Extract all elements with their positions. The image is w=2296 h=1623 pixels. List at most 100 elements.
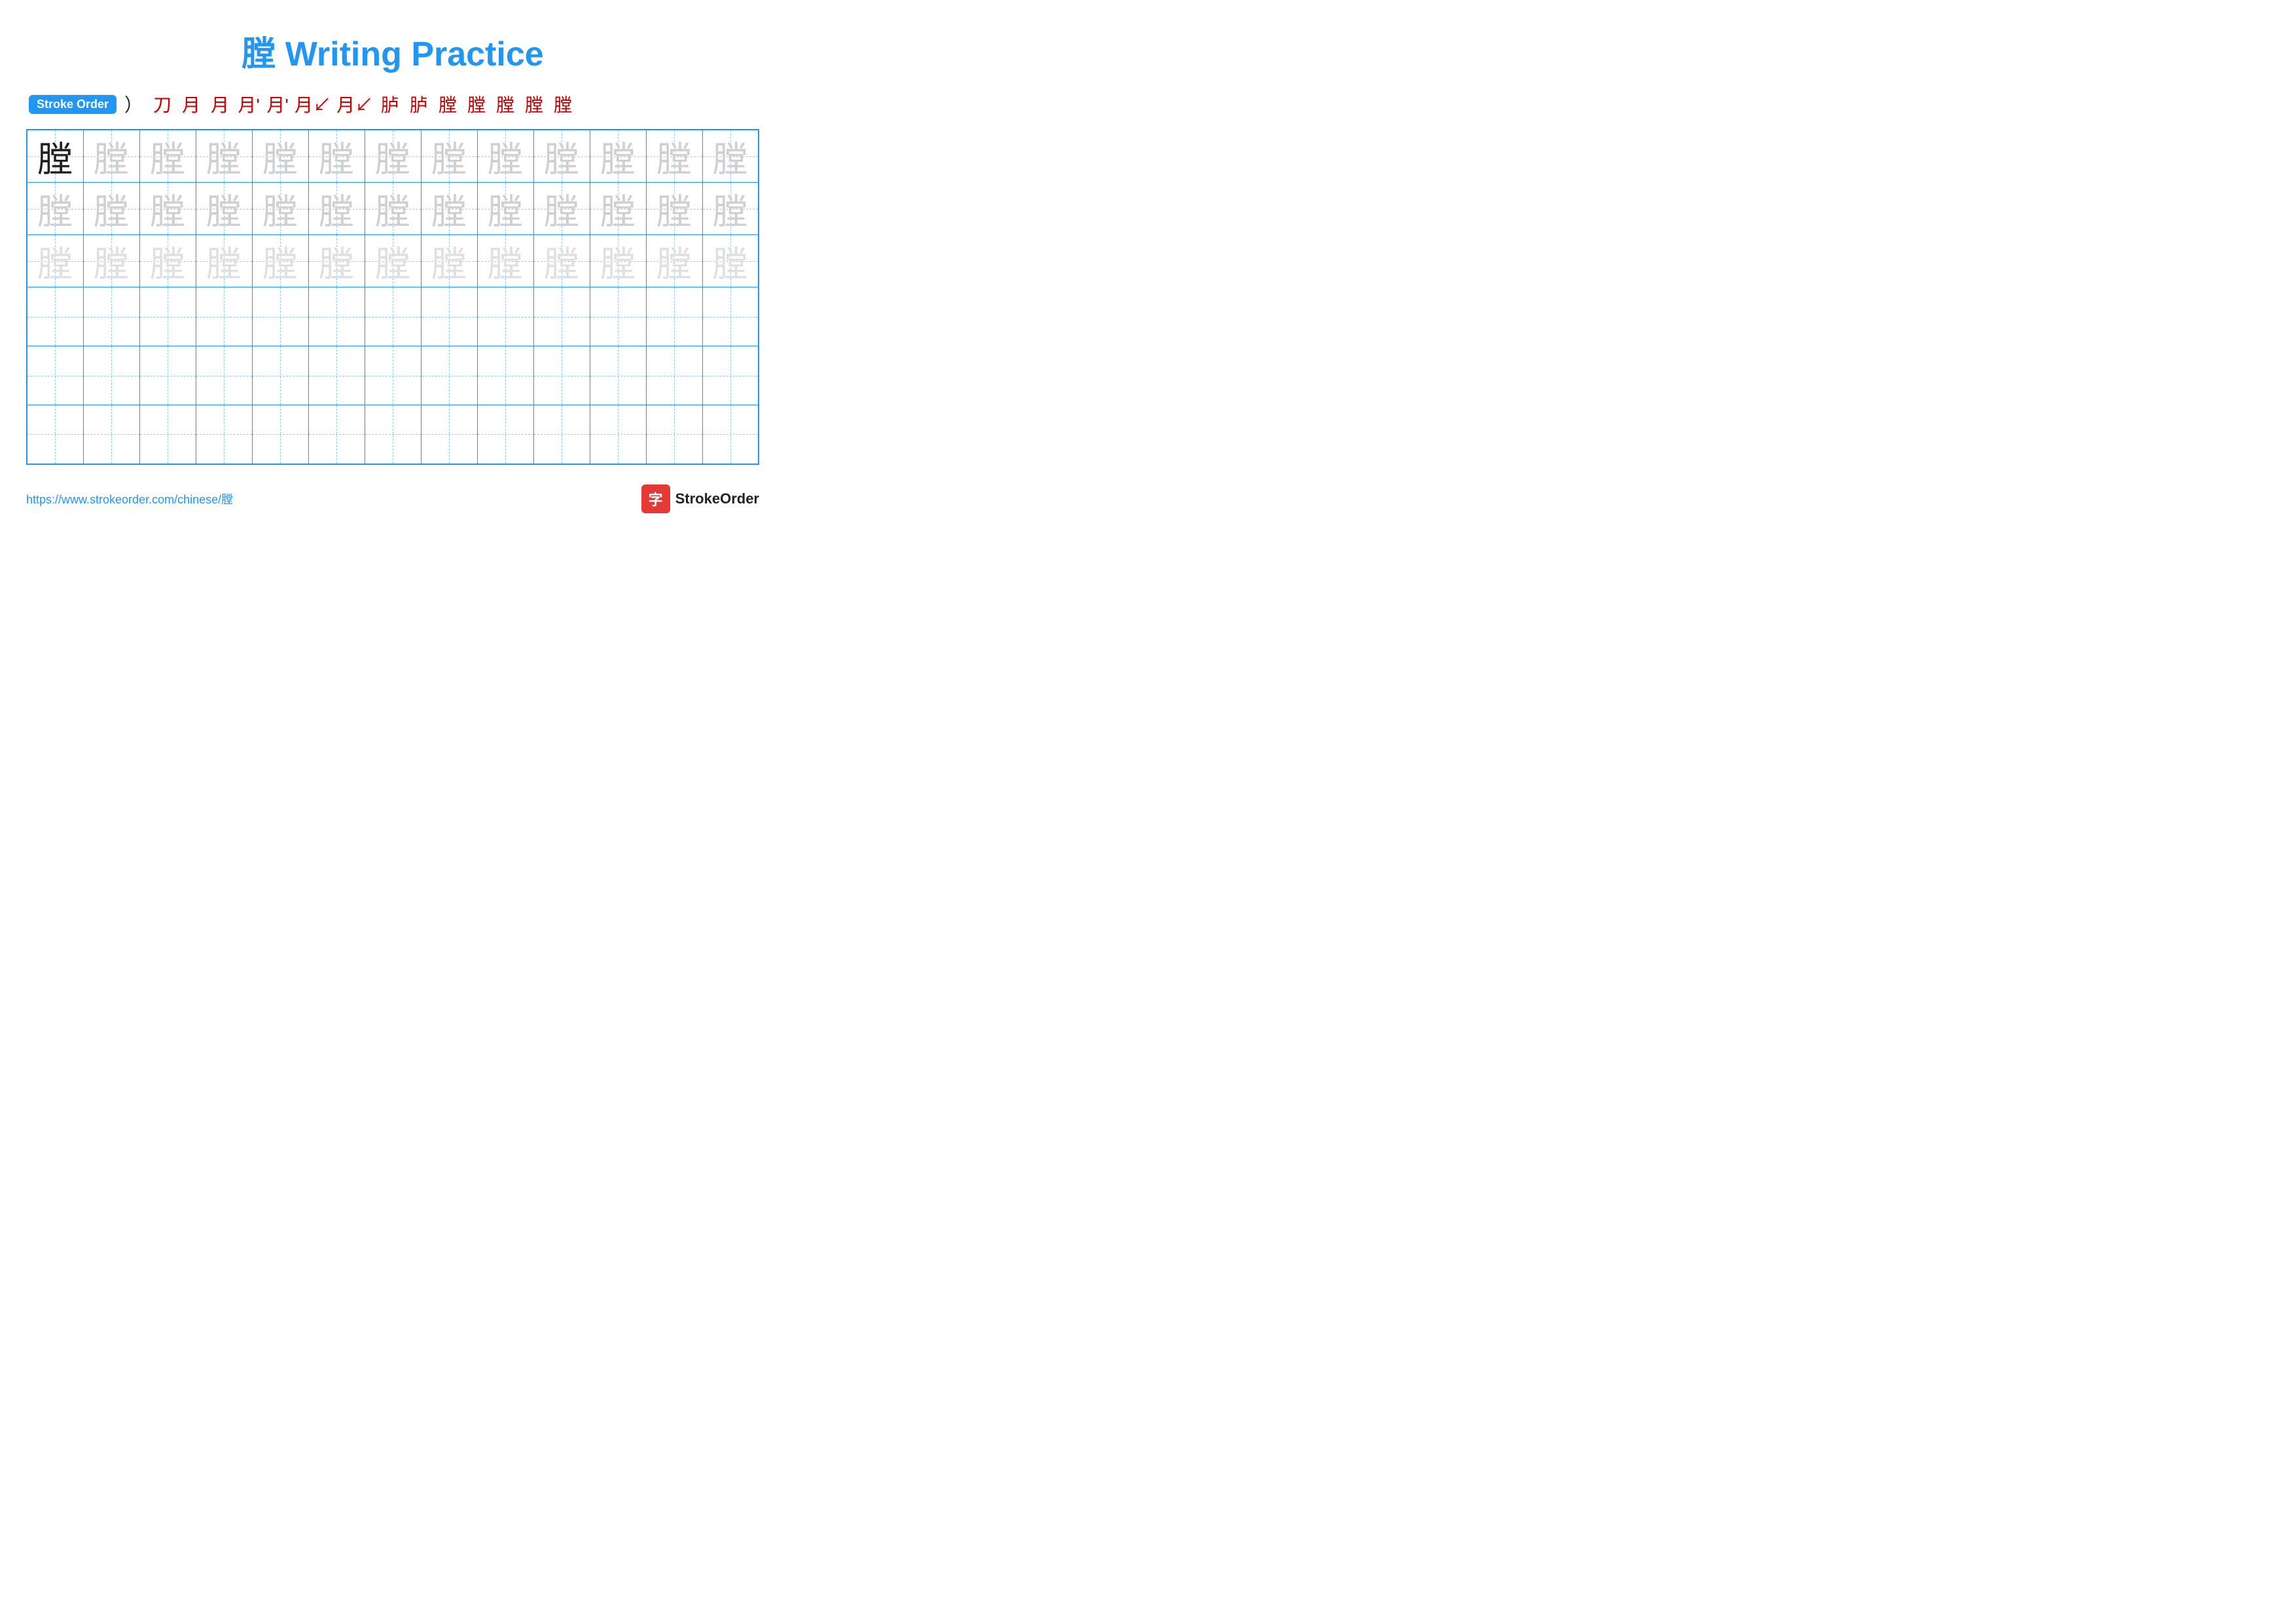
cell-r4-c4 — [196, 287, 252, 346]
cell-r6-c6 — [308, 405, 365, 464]
cell-r3-c6: 膛 — [308, 235, 365, 287]
cell-r2-c8: 膛 — [421, 183, 477, 235]
cell-r5-c6 — [308, 346, 365, 405]
cell-r1-c11: 膛 — [590, 130, 646, 183]
practice-row-1: 膛 膛 膛 膛 膛 膛 膛 膛 膛 膛 膛 膛 膛 — [27, 130, 759, 183]
cell-r2-c5: 膛 — [252, 183, 308, 235]
stroke-step-5: 月' — [266, 91, 289, 117]
cell-r1-c5: 膛 — [252, 130, 308, 183]
cell-r6-c12 — [646, 405, 702, 464]
cell-r2-c13: 膛 — [702, 183, 759, 235]
stroke-step-3: 月 — [208, 91, 232, 117]
cell-r1-c1: 膛 — [27, 130, 83, 183]
cell-r1-c3: 膛 — [139, 130, 196, 183]
cell-r3-c1: 膛 — [27, 235, 83, 287]
cell-r3-c13: 膛 — [702, 235, 759, 287]
stroke-step-8: 胪 — [378, 91, 402, 117]
stroke-step-12: 膛 — [493, 91, 517, 117]
cell-r6-c1 — [27, 405, 83, 464]
footer-logo-icon: 字 — [641, 484, 670, 513]
cell-r5-c8 — [421, 346, 477, 405]
cell-r2-c11: 膛 — [590, 183, 646, 235]
cell-r3-c12: 膛 — [646, 235, 702, 287]
cell-r2-c2: 膛 — [83, 183, 139, 235]
cell-r4-c8 — [421, 287, 477, 346]
cell-r4-c2 — [83, 287, 139, 346]
stroke-step-14: 膛 — [551, 91, 575, 117]
cell-r1-c2: 膛 — [83, 130, 139, 183]
cell-r1-c7: 膛 — [365, 130, 421, 183]
cell-r2-c6: 膛 — [308, 183, 365, 235]
cell-r1-c8: 膛 — [421, 130, 477, 183]
cell-r3-c4: 膛 — [196, 235, 252, 287]
cell-r1-c4: 膛 — [196, 130, 252, 183]
stroke-step-13: 膛 — [522, 91, 546, 117]
cell-r6-c2 — [83, 405, 139, 464]
cell-r4-c3 — [139, 287, 196, 346]
cell-r4-c10 — [533, 287, 590, 346]
cell-r2-c9: 膛 — [477, 183, 533, 235]
practice-grid: 膛 膛 膛 膛 膛 膛 膛 膛 膛 膛 膛 膛 膛 膛 膛 膛 膛 膛 膛 膛 … — [26, 129, 759, 465]
cell-r3-c9: 膛 — [477, 235, 533, 287]
footer-url: https://www.strokeorder.com/chinese/膛 — [26, 490, 233, 507]
stroke-step-10: 膛 — [436, 91, 459, 117]
cell-r5-c3 — [139, 346, 196, 405]
cell-r5-c13 — [702, 346, 759, 405]
cell-r5-c1 — [27, 346, 83, 405]
practice-row-4 — [27, 287, 759, 346]
cell-r4-c7 — [365, 287, 421, 346]
stroke-order-row: Stroke Order ） 刀 月 月 月' 月' 月↙ 月↙ 胪 胪 膛 膛… — [26, 91, 759, 117]
cell-r3-c8: 膛 — [421, 235, 477, 287]
cell-r2-c7: 膛 — [365, 183, 421, 235]
cell-r2-c4: 膛 — [196, 183, 252, 235]
cell-r6-c8 — [421, 405, 477, 464]
stroke-step-1: 刀 — [151, 91, 174, 117]
cell-r5-c5 — [252, 346, 308, 405]
stroke-step-6: 月↙ — [295, 91, 331, 117]
stroke-step-2: 月 — [179, 91, 203, 117]
cell-r4-c1 — [27, 287, 83, 346]
stroke-step-4: 月' — [237, 91, 260, 117]
cell-r4-c13 — [702, 287, 759, 346]
cell-r5-c11 — [590, 346, 646, 405]
practice-row-3: 膛 膛 膛 膛 膛 膛 膛 膛 膛 膛 膛 膛 膛 — [27, 235, 759, 287]
cell-r3-c3: 膛 — [139, 235, 196, 287]
cell-r1-c13: 膛 — [702, 130, 759, 183]
cell-r3-c5: 膛 — [252, 235, 308, 287]
footer-brand: 字 StrokeOrder — [641, 484, 759, 513]
cell-r6-c7 — [365, 405, 421, 464]
cell-r4-c12 — [646, 287, 702, 346]
practice-row-2: 膛 膛 膛 膛 膛 膛 膛 膛 膛 膛 膛 膛 膛 — [27, 183, 759, 235]
cell-r5-c10 — [533, 346, 590, 405]
footer-brand-name: StrokeOrder — [675, 490, 759, 507]
cell-r4-c5 — [252, 287, 308, 346]
practice-row-5 — [27, 346, 759, 405]
cell-r2-c3: 膛 — [139, 183, 196, 235]
cell-r6-c3 — [139, 405, 196, 464]
practice-row-6 — [27, 405, 759, 464]
stroke-order-badge: Stroke Order — [29, 95, 117, 114]
stroke-step-11: 膛 — [465, 91, 488, 117]
cell-r4-c9 — [477, 287, 533, 346]
cell-r1-c6: 膛 — [308, 130, 365, 183]
cell-r3-c7: 膛 — [365, 235, 421, 287]
cell-r2-c10: 膛 — [533, 183, 590, 235]
cell-r1-c12: 膛 — [646, 130, 702, 183]
cell-r4-c6 — [308, 287, 365, 346]
cell-r5-c9 — [477, 346, 533, 405]
cell-r6-c13 — [702, 405, 759, 464]
cell-r6-c9 — [477, 405, 533, 464]
cell-r3-c11: 膛 — [590, 235, 646, 287]
cell-r4-c11 — [590, 287, 646, 346]
cell-r6-c11 — [590, 405, 646, 464]
cell-r2-c1: 膛 — [27, 183, 83, 235]
cell-r6-c5 — [252, 405, 308, 464]
stroke-step-7: 月↙ — [336, 91, 373, 117]
cell-r5-c7 — [365, 346, 421, 405]
cell-r3-c2: 膛 — [83, 235, 139, 287]
cell-r5-c4 — [196, 346, 252, 405]
cell-r2-c12: 膛 — [646, 183, 702, 235]
cell-r6-c4 — [196, 405, 252, 464]
page-title: 膛 Writing Practice — [26, 26, 759, 75]
footer: https://www.strokeorder.com/chinese/膛 字 … — [26, 484, 759, 513]
